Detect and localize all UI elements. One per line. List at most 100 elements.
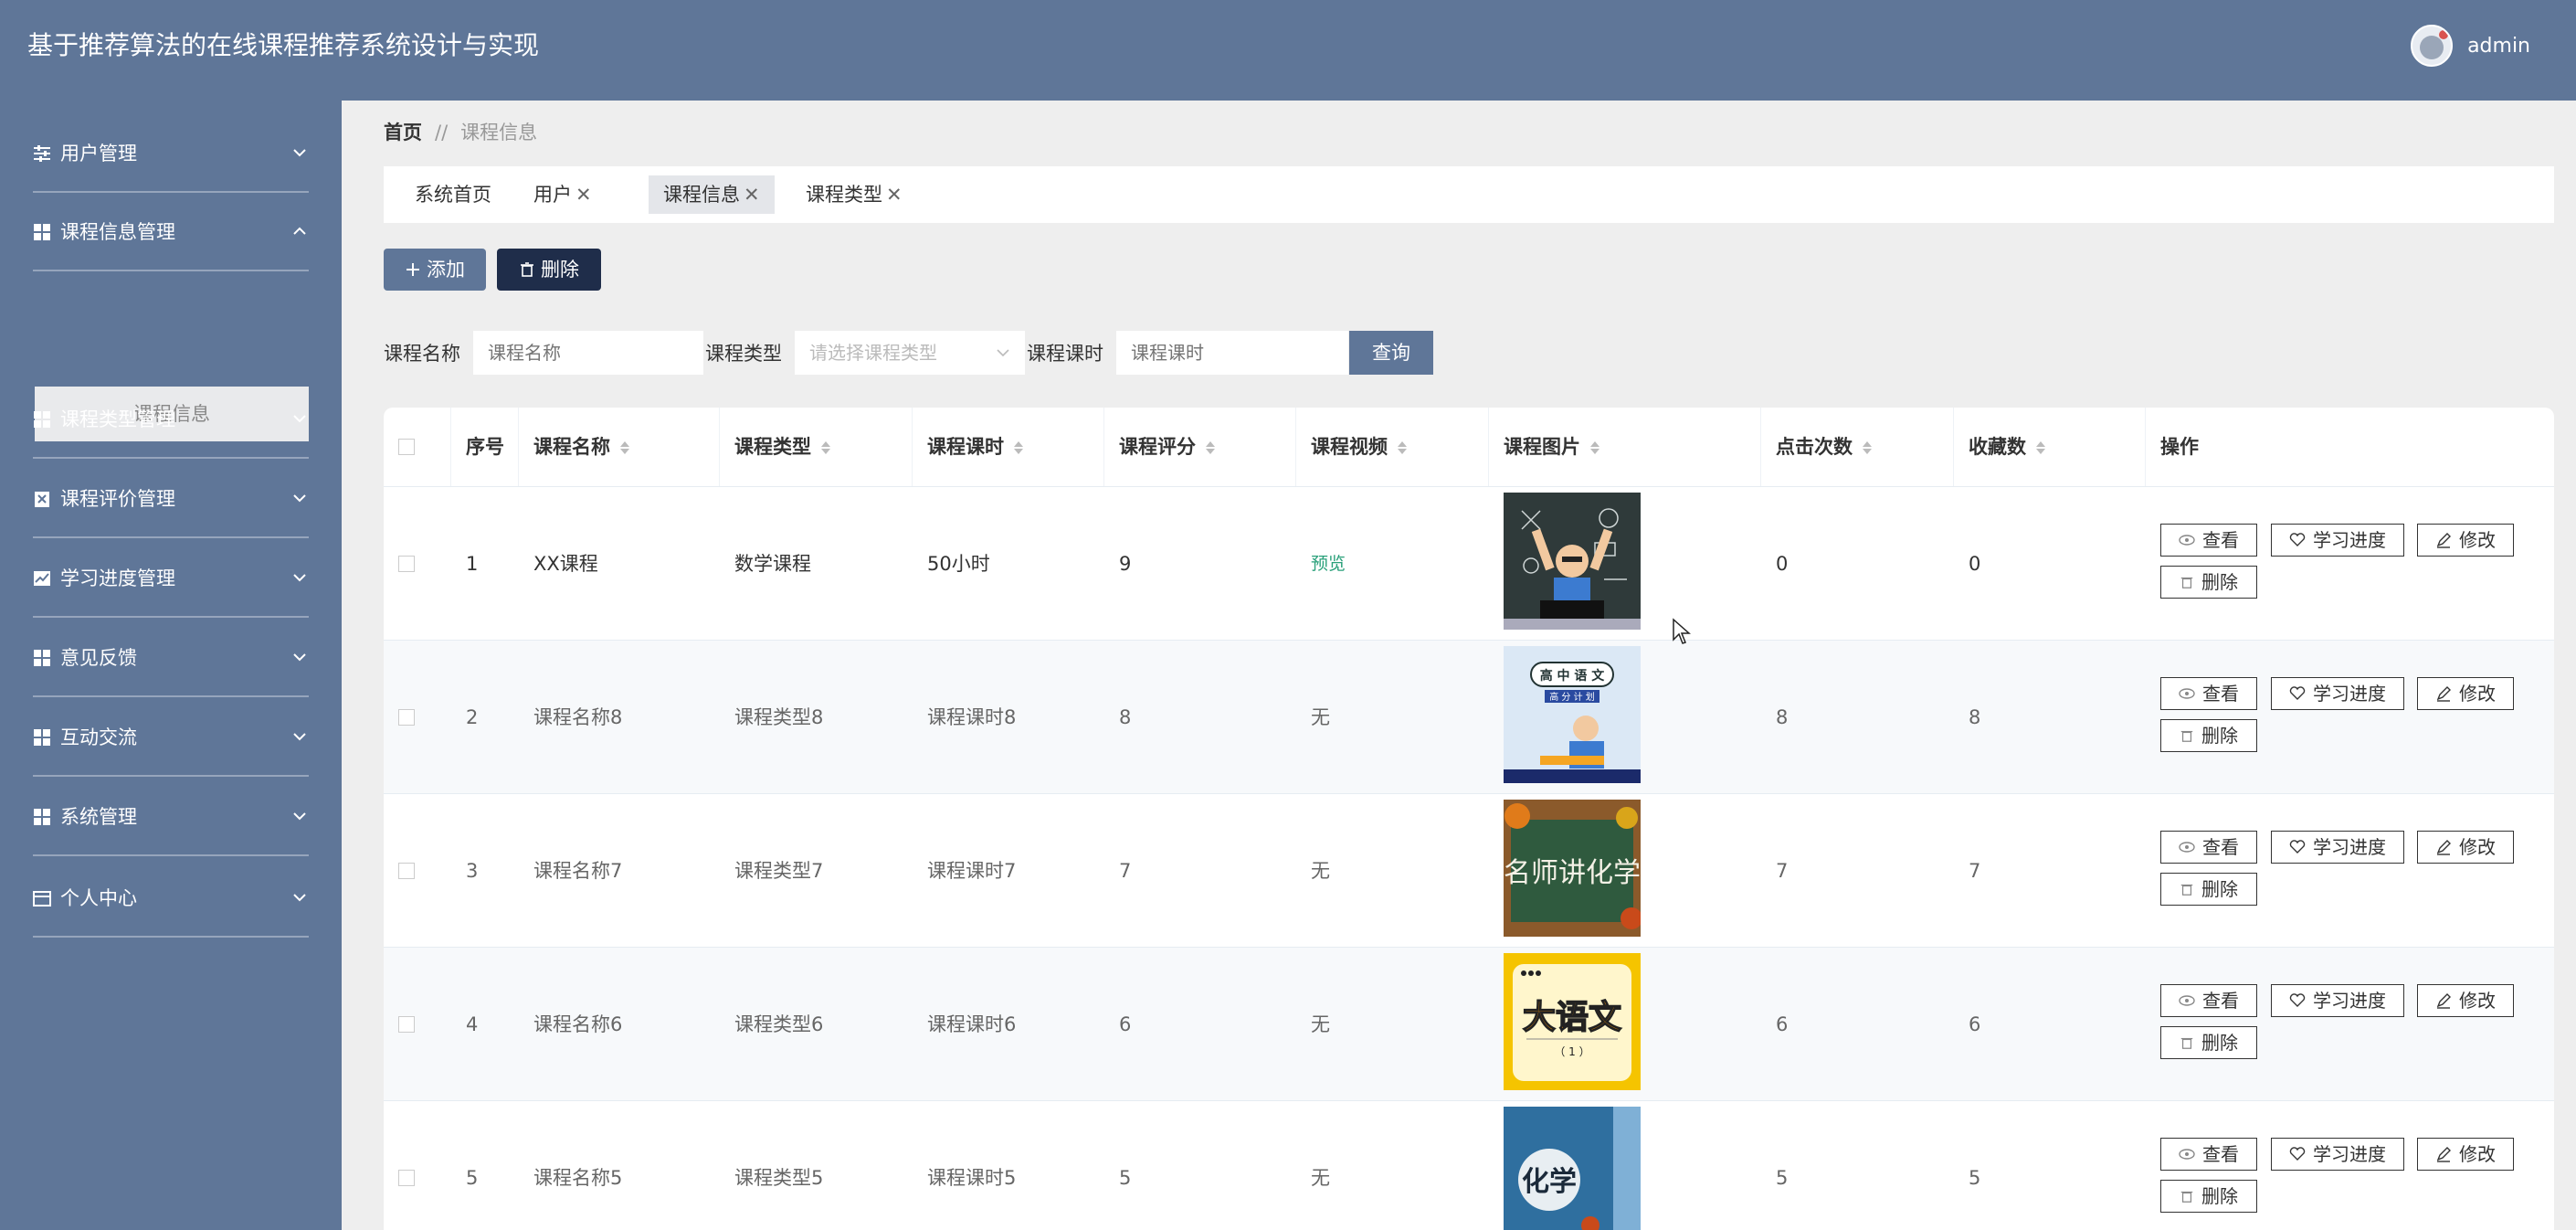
course-image[interactable]	[1504, 493, 1641, 630]
table-row: 4 课程名称6 课程类型6 课程课时6 6 无 大语文 （ 1 ） 6 6 查看…	[384, 947, 2554, 1101]
course-type-select[interactable]: 请选择课程类型	[795, 331, 1025, 375]
close-icon[interactable]: ✕	[575, 184, 592, 206]
main-content: 首页//课程信息 系统首页 用户 ✕ 课程信息 ✕ 课程类型 ✕ 添加 删除 课程名称…	[342, 101, 2576, 1230]
row-delete-button[interactable]: 删除	[2160, 1026, 2257, 1059]
cell-favorites: 0	[1969, 553, 1981, 575]
select-all-checkbox[interactable]	[398, 439, 415, 455]
tab-bar: 系统首页 用户 ✕ 课程信息 ✕ 课程类型 ✕	[384, 166, 2554, 223]
learning-progress-button[interactable]: 学习进度	[2271, 524, 2404, 557]
grid-icon	[34, 224, 50, 240]
calendar-icon	[33, 891, 51, 907]
sidebar-item-feedback[interactable]: 意见反馈	[0, 619, 342, 697]
row-checkbox[interactable]	[398, 556, 415, 572]
course-image-graphic: 化学	[1504, 1107, 1641, 1230]
close-icon[interactable]: ✕	[886, 184, 903, 206]
cell-video: 无	[1311, 1013, 1330, 1035]
sidebar-item-learning-progress-management[interactable]: 学习进度管理	[0, 539, 342, 618]
sort-icon[interactable]	[1397, 440, 1408, 456]
column-header-type[interactable]: 课程类型	[734, 408, 831, 486]
cell-clicks: 6	[1776, 1013, 1789, 1035]
row-checkbox[interactable]	[398, 863, 415, 879]
row-delete-button-label: 删除	[2201, 1185, 2238, 1207]
column-header-favorites[interactable]: 收藏数	[1969, 408, 2046, 486]
row-delete-button[interactable]: 删除	[2160, 873, 2257, 906]
course-image[interactable]: 名师讲化学	[1504, 800, 1641, 937]
view-button[interactable]: 查看	[2160, 677, 2257, 710]
username[interactable]: admin	[2467, 35, 2530, 58]
sidebar-item-personal-center[interactable]: 个人中心	[0, 859, 342, 938]
breadcrumb-home[interactable]: 首页	[384, 122, 422, 143]
tab-course-info[interactable]: 课程信息 ✕	[649, 175, 775, 214]
row-checkbox[interactable]	[398, 709, 415, 726]
sort-icon[interactable]	[1013, 440, 1024, 456]
column-header-video[interactable]: 课程视频	[1311, 408, 1408, 486]
tab-home[interactable]: 系统首页	[400, 175, 506, 214]
table-row: 3 课程名称7 课程类型7 课程课时7 7 无 名师讲化学 7 7 查看 学习进…	[384, 793, 2554, 948]
sidebar-item-user-management[interactable]: 用户管理	[0, 114, 342, 193]
tab-user[interactable]: 用户 ✕	[519, 175, 607, 214]
learning-progress-button[interactable]: 学习进度	[2271, 1138, 2404, 1171]
breadcrumb: 首页 // 课程信息	[384, 119, 537, 146]
sort-icon[interactable]	[1589, 440, 1600, 456]
course-image[interactable]: 高 中 语 文 高 分 计 划	[1504, 646, 1641, 783]
column-header-hours[interactable]: 课程课时	[927, 408, 1024, 486]
cell-name: 课程名称6	[533, 1013, 623, 1035]
row-delete-button-label: 删除	[2201, 725, 2238, 747]
chevron-down-icon	[293, 894, 306, 902]
edit-button[interactable]: 修改	[2417, 984, 2514, 1017]
column-header-score[interactable]: 课程评分	[1119, 408, 1216, 486]
learning-progress-button[interactable]: 学习进度	[2271, 677, 2404, 710]
row-delete-button[interactable]: 删除	[2160, 566, 2257, 599]
sort-icon[interactable]	[2035, 440, 2046, 456]
chevron-down-icon	[293, 574, 306, 582]
edit-button-label: 修改	[2459, 683, 2496, 705]
course-image[interactable]: 大语文 （ 1 ）	[1504, 953, 1641, 1090]
course-hours-input[interactable]	[1116, 331, 1348, 375]
video-preview-link[interactable]: 预览	[1311, 487, 1346, 641]
sidebar-item-course-info-management[interactable]: 课程信息管理	[0, 193, 342, 271]
sort-icon[interactable]	[619, 440, 630, 456]
avatar[interactable]	[2411, 25, 2454, 67]
sidebar-item-system-management[interactable]: 系统管理	[0, 778, 342, 856]
sidebar-item-course-review-management[interactable]: 课程评价管理	[0, 460, 342, 538]
row-checkbox[interactable]	[398, 1016, 415, 1033]
view-button[interactable]: 查看	[2160, 831, 2257, 864]
column-header-name[interactable]: 课程名称	[533, 408, 630, 486]
edit-button[interactable]: 修改	[2417, 677, 2514, 710]
row-delete-button[interactable]: 删除	[2160, 719, 2257, 752]
heart-icon	[2289, 993, 2306, 1007]
row-checkbox[interactable]	[398, 1170, 415, 1186]
edit-button[interactable]: 修改	[2417, 1138, 2514, 1171]
cell-video: 无	[1311, 706, 1330, 728]
grid-icon	[34, 729, 50, 746]
column-header-clicks[interactable]: 点击次数	[1776, 408, 1873, 486]
sort-icon[interactable]	[820, 440, 831, 456]
add-button[interactable]: 添加	[384, 249, 486, 291]
course-name-input[interactable]	[473, 331, 703, 375]
column-header-image[interactable]: 课程图片	[1504, 408, 1600, 486]
edit-button[interactable]: 修改	[2417, 831, 2514, 864]
close-icon[interactable]: ✕	[744, 184, 760, 206]
cell-score: 6	[1119, 1013, 1132, 1035]
user-menu[interactable]: admin	[2411, 24, 2530, 68]
tab-course-type[interactable]: 课程类型 ✕	[791, 175, 917, 214]
learning-progress-button[interactable]: 学习进度	[2271, 984, 2404, 1017]
view-button[interactable]: 查看	[2160, 1138, 2257, 1171]
query-button[interactable]: 查询	[1349, 331, 1433, 375]
row-delete-button[interactable]: 删除	[2160, 1180, 2257, 1213]
sidebar-item-label: 学习进度管理	[60, 567, 175, 589]
learning-progress-button[interactable]: 学习进度	[2271, 831, 2404, 864]
cell-index: 2	[466, 706, 479, 728]
learning-progress-button-label: 学习进度	[2313, 683, 2386, 705]
course-image-graphic	[1504, 493, 1641, 630]
course-image[interactable]: 化学	[1504, 1107, 1641, 1230]
delete-button[interactable]: 删除	[497, 249, 601, 291]
sidebar-item-course-type-management[interactable]: 课程类型管理	[0, 380, 342, 459]
edit-button[interactable]: 修改	[2417, 524, 2514, 557]
view-button[interactable]: 查看	[2160, 984, 2257, 1017]
view-button[interactable]: 查看	[2160, 524, 2257, 557]
sort-icon[interactable]	[1862, 440, 1873, 456]
sidebar-item-interaction[interactable]: 互动交流	[0, 698, 342, 777]
sort-icon[interactable]	[1205, 440, 1216, 456]
tab-label: 课程信息	[663, 184, 740, 206]
